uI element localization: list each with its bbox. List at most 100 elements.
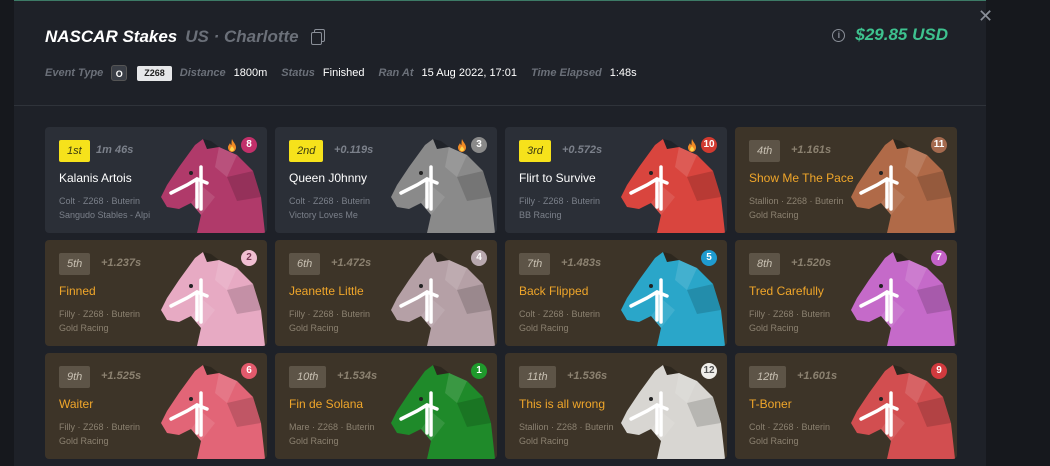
result-card[interactable]: 3rd +0.572s Flirt to Survive Filly · Z268 ·… xyxy=(505,127,727,233)
gate-number-badge: 10 xyxy=(701,137,717,153)
race-location: US · Charlotte xyxy=(185,27,299,46)
result-card[interactable]: 10th +1.534s Fin de Solana Mare · Z268 · Bu… xyxy=(275,353,497,459)
horse-name: Queen J0hnny xyxy=(289,171,368,185)
ran-at-value: 15 Aug 2022, 17:01 xyxy=(421,67,517,79)
gate-number-badge: 5 xyxy=(701,250,717,266)
position-badge: 11th xyxy=(519,366,556,388)
finish-time: +1.237s xyxy=(101,257,142,269)
prize-pool: i $29.85 USD xyxy=(832,25,948,45)
stable-name: Gold Racing xyxy=(289,323,339,333)
finish-time: +0.572s xyxy=(562,144,603,156)
stable-name: Victory Loves Me xyxy=(289,210,358,220)
close-icon[interactable]: ✕ xyxy=(978,7,993,25)
prize-value: $29.85 USD xyxy=(855,25,948,44)
class-badge: Z268 xyxy=(137,65,172,81)
finish-time: 1m 46s xyxy=(96,144,134,156)
gate-number-badge: 12 xyxy=(701,363,717,379)
info-icon[interactable]: i xyxy=(832,28,846,42)
event-type-badge: O xyxy=(111,65,128,81)
stable-name: Gold Racing xyxy=(749,323,799,333)
gate-number-badge: 1 xyxy=(471,363,487,379)
position-badge: 6th xyxy=(289,253,321,275)
position-badge: 12th xyxy=(749,366,787,388)
result-card[interactable]: 8th +1.520s Tred Carefully Filly · Z268 · B… xyxy=(735,240,957,346)
result-card[interactable]: 9th +1.525s Waiter Filly · Z268 · Buterin Go… xyxy=(45,353,267,459)
distance-label: Distance xyxy=(179,67,226,79)
results-grid: 1st 1m 46s Kalanis Artois Colt · Z268 · But… xyxy=(45,127,957,461)
stable-name: Gold Racing xyxy=(749,436,799,446)
stable-name: Gold Racing xyxy=(749,210,799,220)
horse-details: Filly · Z268 · Buterin xyxy=(289,309,371,319)
horse-name: T-Boner xyxy=(749,397,792,411)
stable-name: Gold Racing xyxy=(289,436,339,446)
position-badge: 10th xyxy=(289,366,327,388)
fire-icon xyxy=(228,139,236,152)
gate-number-badge: 9 xyxy=(931,363,947,379)
stable-name: Gold Racing xyxy=(59,323,109,333)
position-badge: 4th xyxy=(749,140,781,162)
race-title: NASCAR Stakes xyxy=(45,27,178,46)
horse-name: Flirt to Survive xyxy=(519,171,596,185)
finish-time: +1.472s xyxy=(331,257,372,269)
result-card[interactable]: 12th +1.601s T-Boner Colt · Z268 · Buterin G… xyxy=(735,353,957,459)
time-elapsed-value: 1:48s xyxy=(609,67,637,79)
copy-icon[interactable] xyxy=(310,29,325,45)
finish-time: +1.520s xyxy=(791,257,832,269)
gate-number-badge: 4 xyxy=(471,250,487,266)
horse-details: Filly · Z268 · Buterin xyxy=(59,309,141,319)
event-type-label: Event Type xyxy=(45,67,104,79)
gate-number-badge: 8 xyxy=(241,137,257,153)
stable-name: Gold Racing xyxy=(519,436,569,446)
status-label: Status xyxy=(281,67,315,79)
horse-details: Colt · Z268 · Buterin xyxy=(519,309,601,319)
result-card[interactable]: 6th +1.472s Jeanette Little Filly · Z268 · … xyxy=(275,240,497,346)
ran-at-label: Ran At xyxy=(378,67,414,79)
finish-time: +1.525s xyxy=(101,370,142,382)
stable-name: Sangudo Stables - Alpi xyxy=(59,210,151,220)
position-badge: 5th xyxy=(59,253,91,275)
result-card[interactable]: 2nd +0.119s Queen J0hnny Colt · Z268 · Bute… xyxy=(275,127,497,233)
horse-name: Waiter xyxy=(59,397,94,411)
race-header: NASCAR Stakes US · Charlotte xyxy=(45,25,325,49)
divider xyxy=(14,105,986,106)
position-badge: 9th xyxy=(59,366,91,388)
horse-details: Filly · Z268 · Buterin xyxy=(59,422,141,432)
finish-time: +1.161s xyxy=(791,144,832,156)
horse-name: Finned xyxy=(59,284,96,298)
result-card[interactable]: 7th +1.483s Back Flipped Colt · Z268 · Bute… xyxy=(505,240,727,346)
horse-name: Show Me The Pace xyxy=(749,171,854,185)
result-card[interactable]: 5th +1.237s Finned Filly · Z268 · Buterin Go… xyxy=(45,240,267,346)
position-badge: 8th xyxy=(749,253,781,275)
result-card[interactable]: 11th +1.536s This is all wrong Stallion · Z… xyxy=(505,353,727,459)
gate-number-badge: 7 xyxy=(931,250,947,266)
race-meta: Event Type O Z268 Distance 1800m Status … xyxy=(45,63,651,83)
result-card[interactable]: 1st 1m 46s Kalanis Artois Colt · Z268 · But… xyxy=(45,127,267,233)
status-value: Finished xyxy=(322,67,365,79)
fire-icon xyxy=(688,139,696,152)
gate-number-badge: 6 xyxy=(241,363,257,379)
horse-details: Filly · Z268 · Buterin xyxy=(749,309,831,319)
finish-time: +1.601s xyxy=(797,370,838,382)
result-card[interactable]: 4th +1.161s Show Me The Pace Stallion · Z26… xyxy=(735,127,957,233)
finish-time: +1.534s xyxy=(337,370,378,382)
gate-number-badge: 11 xyxy=(931,137,947,153)
position-badge: 2nd xyxy=(289,140,324,162)
horse-name: Kalanis Artois xyxy=(59,171,132,185)
horse-name: Fin de Solana xyxy=(289,397,364,411)
stable-name: Gold Racing xyxy=(519,323,569,333)
horse-name: Back Flipped xyxy=(519,284,589,298)
horse-details: Stallion · Z268 · Buterin xyxy=(519,422,614,432)
stable-name: BB Racing xyxy=(519,210,562,220)
horse-details: Colt · Z268 · Buterin xyxy=(749,422,831,432)
distance-value: 1800m xyxy=(233,67,268,79)
horse-details: Filly · Z268 · Buterin xyxy=(519,196,601,206)
gate-number-badge: 3 xyxy=(471,137,487,153)
stable-name: Gold Racing xyxy=(59,436,109,446)
horse-details: Stallion · Z268 · Buterin xyxy=(749,196,844,206)
horse-name: This is all wrong xyxy=(519,397,606,411)
fire-icon xyxy=(458,139,466,152)
gate-number-badge: 2 xyxy=(241,250,257,266)
position-badge: 3rd xyxy=(519,140,551,162)
horse-details: Mare · Z268 · Buterin xyxy=(289,422,375,432)
finish-time: +1.536s xyxy=(567,370,608,382)
